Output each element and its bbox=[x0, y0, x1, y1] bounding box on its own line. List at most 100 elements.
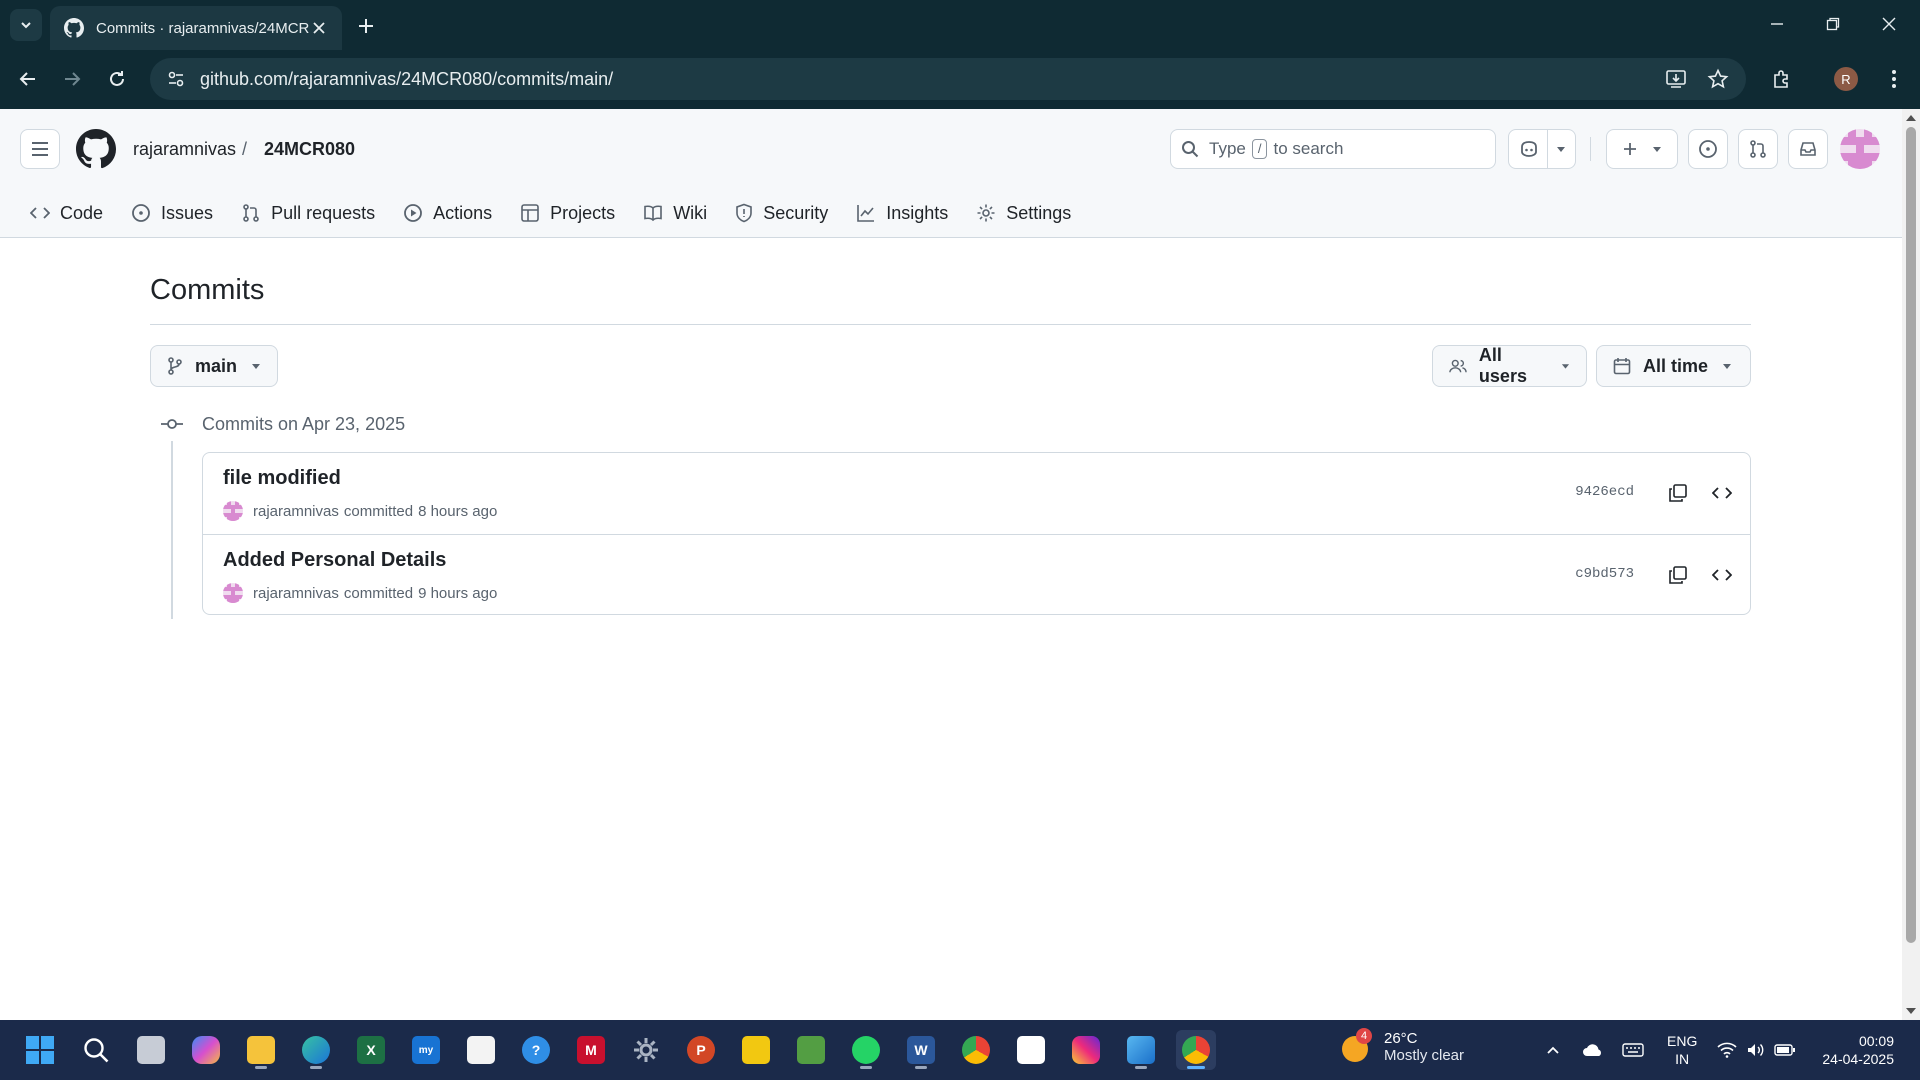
browser-tab-active[interactable]: Commits · rajaramnivas/24MCR080 bbox=[50, 6, 342, 50]
taskbar-app-chrome-profile[interactable] bbox=[1176, 1030, 1216, 1070]
extensions-button[interactable] bbox=[1766, 63, 1798, 95]
tab-wiki[interactable]: Wiki bbox=[629, 189, 721, 237]
users-filter-button[interactable]: All users bbox=[1432, 345, 1587, 387]
scroll-down-arrow-icon[interactable] bbox=[1902, 1004, 1920, 1018]
commit-sha-link[interactable]: c9bd573 bbox=[1575, 566, 1634, 582]
tab-issues[interactable]: Issues bbox=[117, 189, 227, 237]
new-tab-button[interactable] bbox=[352, 12, 380, 40]
breadcrumb-owner-link[interactable]: rajaramnivas bbox=[133, 139, 236, 160]
tab-security[interactable]: Security bbox=[721, 189, 842, 237]
inbox-button[interactable] bbox=[1788, 129, 1828, 169]
commit-sha-link[interactable]: 9426ecd bbox=[1575, 484, 1634, 500]
show-hidden-icons-button[interactable] bbox=[1541, 1038, 1565, 1062]
copilot-button[interactable] bbox=[1508, 129, 1576, 169]
tab-search-button[interactable] bbox=[10, 9, 42, 41]
identicon-icon bbox=[223, 583, 243, 603]
search-input[interactable]: Type / to search bbox=[1170, 129, 1496, 169]
time-filter-button[interactable]: All time bbox=[1596, 345, 1751, 387]
start-button[interactable] bbox=[20, 1030, 60, 1070]
taskbar-app-store[interactable] bbox=[461, 1030, 501, 1070]
taskbar-app-whatsapp[interactable] bbox=[846, 1030, 886, 1070]
scrollbar-thumb[interactable] bbox=[1906, 127, 1916, 943]
git-commit-icon bbox=[161, 419, 183, 429]
scroll-up-arrow-icon[interactable] bbox=[1902, 111, 1920, 125]
tab-projects[interactable]: Projects bbox=[506, 189, 629, 237]
commit-meta: rajaramnivas committed 9 hours ago bbox=[223, 583, 497, 603]
network-tray-button[interactable] bbox=[1715, 1038, 1739, 1062]
triangle-down-icon bbox=[1556, 147, 1565, 152]
browse-repo-at-commit-button[interactable] bbox=[1706, 559, 1738, 591]
onedrive-tray-button[interactable] bbox=[1581, 1038, 1605, 1062]
taskbar-app-nodejs[interactable] bbox=[791, 1030, 831, 1070]
taskbar-app-word[interactable]: W bbox=[901, 1030, 941, 1070]
taskbar-search-button[interactable] bbox=[76, 1030, 116, 1070]
taskbar-app-help[interactable]: ? bbox=[516, 1030, 556, 1070]
task-view-button[interactable] bbox=[131, 1030, 171, 1070]
commit-author-link[interactable]: rajaramnivas bbox=[253, 585, 339, 602]
back-button[interactable] bbox=[12, 63, 44, 95]
touch-keyboard-button[interactable] bbox=[1621, 1038, 1645, 1062]
create-new-button[interactable] bbox=[1606, 129, 1678, 169]
taskbar-app-powerpoint[interactable]: P bbox=[681, 1030, 721, 1070]
page-scrollbar[interactable] bbox=[1902, 109, 1920, 1020]
tab-code[interactable]: Code bbox=[0, 189, 117, 237]
commit-message-link[interactable]: file modified bbox=[223, 467, 341, 490]
user-avatar[interactable] bbox=[1840, 129, 1880, 169]
weather-icon: 4 bbox=[1340, 1028, 1374, 1064]
restore-button[interactable] bbox=[1810, 8, 1856, 40]
minimize-button[interactable] bbox=[1754, 8, 1800, 40]
taskbar-app-instagram[interactable] bbox=[1066, 1030, 1106, 1070]
taskbar-app-edge[interactable] bbox=[296, 1030, 336, 1070]
forward-button[interactable] bbox=[56, 63, 88, 95]
taskbar-app-photos[interactable] bbox=[1121, 1030, 1161, 1070]
browser-menu-button[interactable] bbox=[1878, 63, 1910, 95]
close-icon[interactable] bbox=[310, 19, 328, 37]
copy-sha-button[interactable] bbox=[1662, 559, 1694, 591]
global-nav-menu-button[interactable] bbox=[20, 129, 60, 169]
taskbar-app-chrome[interactable] bbox=[956, 1030, 996, 1070]
taskbar-app-power-bi[interactable] bbox=[736, 1030, 776, 1070]
shield-icon bbox=[736, 203, 752, 223]
commit-time[interactable]: 8 hours ago bbox=[418, 503, 497, 520]
reload-button[interactable] bbox=[101, 63, 133, 95]
github-logo-icon[interactable] bbox=[76, 129, 116, 169]
taskbar-clock[interactable]: 00:09 24-04-2025 bbox=[1812, 1032, 1894, 1068]
taskbar-app-file-explorer[interactable] bbox=[241, 1030, 281, 1070]
battery-tray-button[interactable] bbox=[1773, 1038, 1797, 1062]
avatar[interactable] bbox=[223, 583, 243, 603]
copy-sha-button[interactable] bbox=[1662, 477, 1694, 509]
taskbar-app-excel[interactable]: X bbox=[351, 1030, 391, 1070]
commit-time[interactable]: 9 hours ago bbox=[418, 585, 497, 602]
branch-selector-button[interactable]: main bbox=[150, 345, 279, 387]
install-app-button[interactable] bbox=[1660, 63, 1692, 95]
taskbar-app-copilot[interactable] bbox=[186, 1030, 226, 1070]
language-indicator[interactable]: ENG IN bbox=[1667, 1032, 1697, 1068]
taskbar-app-settings[interactable] bbox=[626, 1030, 666, 1070]
taskbar-app-mcafee[interactable]: M bbox=[571, 1030, 611, 1070]
taskbar-app-myhp[interactable]: my bbox=[406, 1030, 446, 1070]
browse-repo-at-commit-button[interactable] bbox=[1706, 477, 1738, 509]
url-text[interactable]: github.com/rajaramnivas/24MCR080/commits… bbox=[200, 69, 613, 90]
breadcrumb-repo-link[interactable]: 24MCR080 bbox=[264, 139, 355, 160]
volume-tray-button[interactable] bbox=[1744, 1038, 1768, 1062]
address-bar[interactable]: github.com/rajaramnivas/24MCR080/commits… bbox=[150, 58, 1746, 100]
browser-toolbar: github.com/rajaramnivas/24MCR080/commits… bbox=[0, 50, 1920, 109]
weather-widget[interactable]: 4 26°C Mostly clear bbox=[1340, 1028, 1464, 1064]
issues-button[interactable] bbox=[1688, 129, 1728, 169]
taskbar-app-kite[interactable] bbox=[1011, 1030, 1051, 1070]
window-close-button[interactable] bbox=[1866, 8, 1912, 40]
tab-settings[interactable]: Settings bbox=[962, 189, 1085, 237]
site-info-button[interactable] bbox=[154, 58, 198, 100]
profile-button[interactable]: R bbox=[1830, 63, 1862, 95]
commit-author-link[interactable]: rajaramnivas bbox=[253, 503, 339, 520]
bookmark-button[interactable] bbox=[1702, 63, 1734, 95]
tab-insights[interactable]: Insights bbox=[842, 189, 962, 237]
tab-pull-requests[interactable]: Pull requests bbox=[227, 189, 389, 237]
copilot-app-icon bbox=[192, 1036, 220, 1064]
commit-message-link[interactable]: Added Personal Details bbox=[223, 549, 446, 572]
pull-requests-button[interactable] bbox=[1738, 129, 1778, 169]
timeline-line bbox=[171, 441, 173, 619]
triangle-down-icon bbox=[1723, 364, 1732, 369]
avatar[interactable] bbox=[223, 501, 243, 521]
tab-actions[interactable]: Actions bbox=[389, 189, 506, 237]
